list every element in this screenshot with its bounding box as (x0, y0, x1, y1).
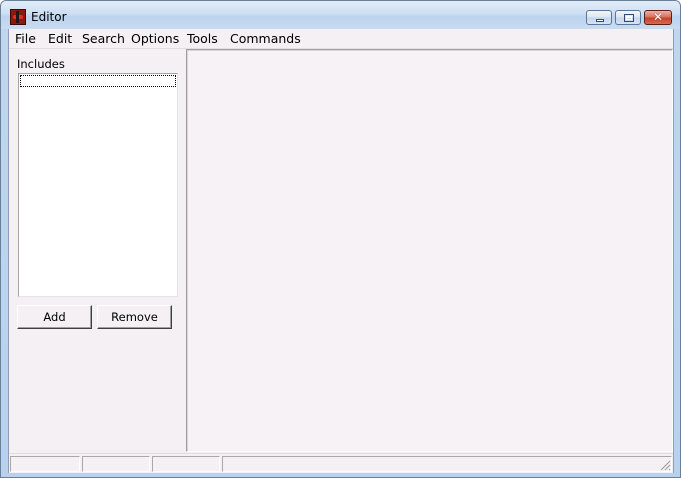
editor-text-area[interactable] (186, 49, 673, 452)
menu-edit[interactable]: Edit (48, 31, 72, 46)
editor-window: Editor ✕ File Edit Search Options Tools … (0, 0, 681, 478)
menu-commands[interactable]: Commands (230, 31, 301, 46)
maximize-icon (624, 14, 634, 22)
resize-grip-icon[interactable] (659, 459, 671, 471)
remove-button[interactable]: Remove (97, 305, 172, 329)
menu-search[interactable]: Search (82, 31, 125, 46)
includes-listbox[interactable] (18, 73, 178, 297)
status-pane-4 (222, 456, 672, 472)
close-icon: ✕ (652, 10, 664, 24)
window-title: Editor (31, 10, 67, 24)
client-area: File Edit Search Options Tools Commands … (8, 29, 674, 473)
includes-label: Includes (17, 57, 65, 71)
includes-panel: Includes Add Remove (9, 49, 186, 452)
close-button[interactable]: ✕ (644, 10, 672, 25)
menu-options[interactable]: Options (131, 31, 179, 46)
status-pane-2 (82, 456, 150, 472)
title-bar[interactable]: Editor ✕ (1, 1, 680, 29)
maximize-button[interactable] (615, 10, 641, 25)
menu-bar: File Edit Search Options Tools Commands (9, 29, 673, 49)
menu-file[interactable]: File (15, 31, 36, 46)
status-bar (9, 453, 673, 473)
minimize-button[interactable] (586, 10, 612, 25)
editor-app-icon[interactable] (10, 9, 26, 25)
status-pane-3 (152, 456, 220, 472)
caption-buttons: ✕ (586, 10, 672, 25)
menu-tools[interactable]: Tools (187, 31, 218, 46)
add-button[interactable]: Add (17, 305, 92, 329)
minimize-icon (596, 19, 604, 22)
status-pane-1 (10, 456, 80, 472)
list-focus-row[interactable] (20, 75, 176, 87)
